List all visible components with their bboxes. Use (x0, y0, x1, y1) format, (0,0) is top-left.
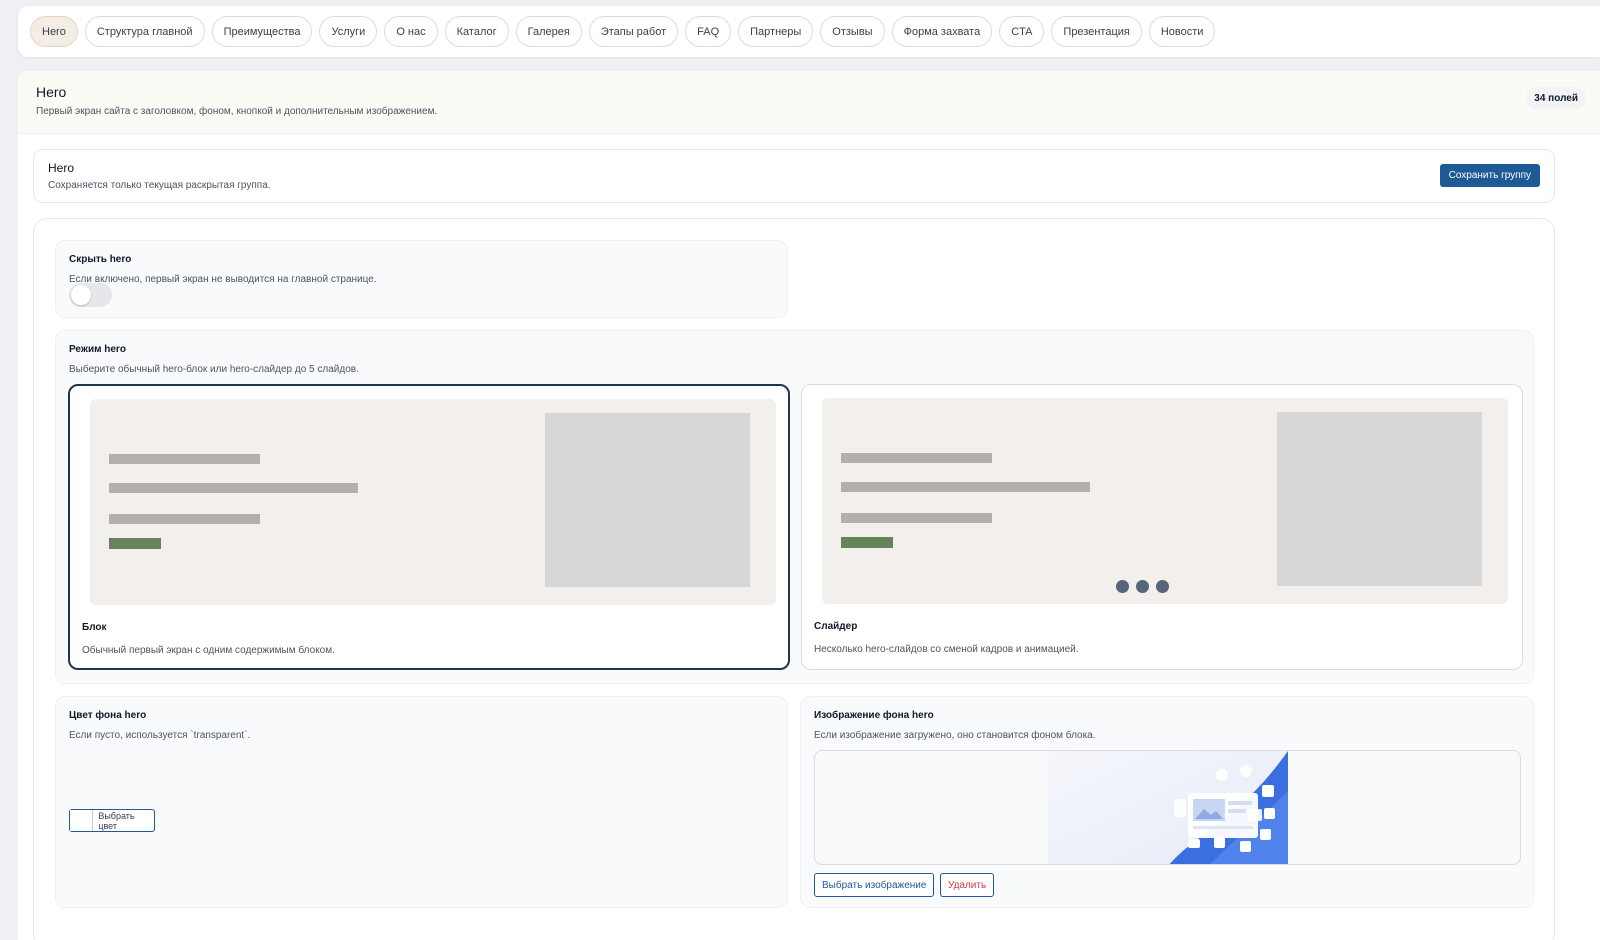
uploaded-image-thumbnail (1048, 751, 1288, 864)
tab-news[interactable]: Новости (1148, 16, 1216, 47)
tab-lead-form[interactable]: Форма захвата (891, 16, 993, 47)
mode-option-title: Блок (82, 622, 107, 633)
field-description: Если пусто, используется `transparent`. (69, 730, 251, 741)
field-label: Изображение фона hero (814, 710, 934, 721)
slide-dot (1156, 580, 1169, 593)
choose-color-label: Выбрать цвет (98, 810, 135, 831)
field-description: Если включено, первый экран не выводится… (69, 274, 377, 285)
choose-image-button[interactable]: Выбрать изображение (814, 873, 935, 897)
delete-image-button[interactable]: Удалить (940, 873, 995, 897)
tab-services[interactable]: Услуги (319, 16, 378, 47)
slide-dot (1116, 580, 1129, 593)
tab-reviews[interactable]: Отзывы (820, 16, 885, 47)
section-description: Первый экран сайта с заголовком, фоном, … (36, 106, 438, 117)
mode-option-description: Несколько hero-слайдов со сменой кадров … (814, 644, 1079, 655)
toggle-knob (71, 285, 91, 305)
slide-dot (1136, 580, 1149, 593)
color-swatch (70, 810, 94, 831)
hide-hero-toggle[interactable] (69, 283, 112, 307)
section-tabs: Hero Структура главной Преимущества Услу… (18, 6, 1600, 57)
tab-work-stages[interactable]: Этапы работ (588, 16, 679, 47)
group-description: Сохраняется только текущая раскрытая гру… (48, 180, 271, 191)
field-description: Выберите обычный hero-блок или hero-слай… (69, 364, 359, 375)
group-header: Hero Сохраняется только текущая раскрыта… (33, 149, 1555, 203)
tab-gallery[interactable]: Галерея (515, 16, 582, 47)
tab-about[interactable]: О нас (384, 16, 438, 47)
section-header: Hero Первый экран сайта с заголовком, фо… (18, 71, 1600, 134)
tab-partners[interactable]: Партнеры (738, 16, 814, 47)
field-description: Если изображение загружено, оно становит… (814, 730, 1096, 741)
tab-presentation[interactable]: Презентация (1051, 16, 1142, 47)
tab-advantages[interactable]: Преимущества (211, 16, 313, 47)
choose-color-button[interactable]: Выбрать цвет (69, 809, 155, 832)
mode-option-description: Обычный первый экран с одним содержимым … (82, 645, 335, 656)
tab-faq[interactable]: FAQ (685, 16, 732, 47)
settings-panel: Hero Первый экран сайта с заголовком, фо… (18, 71, 1600, 940)
section-title: Hero (36, 84, 67, 100)
save-group-button[interactable]: Сохранить группу (1439, 164, 1540, 187)
field-label: Режим hero (69, 344, 126, 355)
mode-option-block[interactable]: Блок Обычный первый экран с одним содерж… (68, 384, 790, 670)
mode-option-slider[interactable]: Слайдер Несколько hero-слайдов со сменой… (801, 384, 1523, 670)
tab-structure[interactable]: Структура главной (84, 16, 205, 47)
image-preview-box (814, 750, 1521, 865)
field-hero-mode: Режим hero Выберите обычный hero-блок ил… (55, 330, 1534, 684)
field-label: Скрыть hero (69, 254, 132, 265)
tab-catalog[interactable]: Каталог (444, 16, 509, 47)
field-count-badge: 34 полей (1526, 87, 1586, 109)
tab-cta[interactable]: CTA (999, 16, 1045, 47)
field-hide-hero: Скрыть hero Если включено, первый экран … (55, 240, 788, 318)
tab-hero[interactable]: Hero (30, 16, 78, 47)
field-hero-bg-image: Изображение фона hero Если изображение з… (800, 696, 1534, 908)
field-label: Цвет фона hero (69, 710, 147, 721)
block-preview-illustration (90, 399, 776, 605)
mode-option-title: Слайдер (814, 621, 858, 632)
slider-preview-illustration (822, 398, 1508, 604)
fields-container: Скрыть hero Если включено, первый экран … (33, 218, 1555, 940)
field-hero-bg-color: Цвет фона hero Если пусто, используется … (55, 696, 788, 908)
group-title: Hero (48, 161, 75, 175)
